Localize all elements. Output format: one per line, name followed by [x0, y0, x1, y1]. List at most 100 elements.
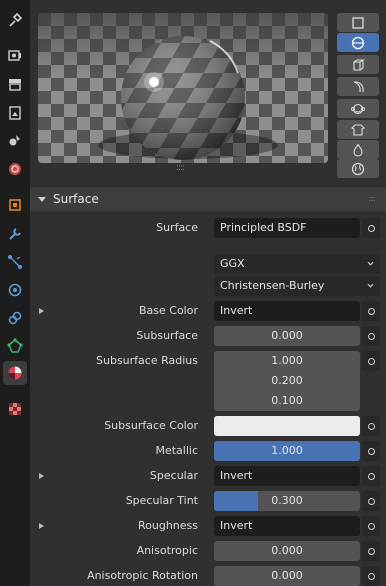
- output-tab[interactable]: [3, 72, 27, 96]
- physics-tab[interactable]: [3, 278, 27, 302]
- preview-resize-grip[interactable]: ::::: [176, 164, 188, 173]
- distribution-value: GGX: [220, 257, 245, 270]
- subsurface-radius-z-value: 0.100: [271, 394, 303, 407]
- texture-tab[interactable]: [3, 397, 27, 421]
- render-tab[interactable]: [3, 43, 27, 67]
- surface-label: Surface: [156, 221, 198, 234]
- surface-panel-header[interactable]: Surface ::::: [30, 187, 386, 211]
- anisotropic-rotation-slider[interactable]: 0.000: [214, 566, 360, 586]
- anisotropic-rotation-value: 0.000: [271, 569, 303, 582]
- object-data-tab[interactable]: [3, 334, 27, 358]
- world-tab-icon: [9, 163, 21, 175]
- roughness-row: Roughness Invert: [30, 516, 386, 536]
- render-tab-icon: [8, 50, 21, 61]
- distribution-row: GGX: [30, 254, 386, 274]
- metallic-slider[interactable]: 1.000: [214, 441, 360, 461]
- subsurface-color-swatch[interactable]: [214, 416, 360, 436]
- preview-panel: ::::: [30, 0, 386, 186]
- specular-tint-slider[interactable]: 0.300: [214, 491, 360, 511]
- cloth-icon: [351, 123, 365, 136]
- subsurface-color-label: Subsurface Color: [104, 419, 198, 432]
- properties-editor: :::: Surface :::: Surface Principled BSD…: [30, 0, 386, 586]
- drag-grip-icon[interactable]: ::::: [368, 195, 380, 203]
- scene-tab[interactable]: [3, 128, 27, 152]
- subsurface-radius-label: Subsurface Radius: [96, 354, 198, 367]
- roughness-input[interactable]: Invert: [214, 516, 360, 536]
- texture-tab-icon: [9, 403, 21, 415]
- subsurface-radius-y[interactable]: 0.200: [214, 371, 360, 391]
- specular-link-button[interactable]: [362, 466, 380, 486]
- particles-tab[interactable]: [3, 250, 27, 274]
- surface-link-button[interactable]: [362, 218, 380, 238]
- preview-fluid-button[interactable]: [337, 140, 379, 159]
- roughness-link-button[interactable]: [362, 516, 380, 536]
- constraints-tab-icon: [8, 311, 22, 325]
- subsurface-method-dropdown[interactable]: Christensen-Burley: [214, 276, 380, 296]
- socket-icon: [367, 422, 375, 430]
- subsurface-radius-x-value: 1.000: [271, 354, 303, 367]
- particles-tab-icon: [8, 255, 22, 269]
- anisotropic-value: 0.000: [271, 544, 303, 557]
- fluid-icon: [353, 143, 363, 157]
- subsurface-radius-z[interactable]: 0.100: [214, 391, 360, 411]
- collapse-arrow-icon[interactable]: [38, 196, 46, 202]
- output-tab-icon: [9, 79, 21, 91]
- material-tab[interactable]: [3, 361, 27, 385]
- preview-cloth-button[interactable]: [337, 120, 379, 139]
- base-color-value: Invert: [220, 304, 253, 317]
- subsurface-radius-link-button[interactable]: [362, 351, 380, 371]
- panel-title: Surface: [53, 192, 99, 206]
- plane-icon: [353, 80, 364, 92]
- preview-cube-button[interactable]: [337, 55, 379, 74]
- roughness-value: Invert: [220, 519, 253, 532]
- roughness-label: Roughness: [137, 519, 198, 532]
- base-color-label: Base Color: [138, 304, 198, 317]
- socket-icon: [367, 472, 375, 480]
- base-color-input[interactable]: Invert: [214, 301, 360, 321]
- world-tab[interactable]: [3, 157, 27, 181]
- subsurface-value: 0.000: [271, 329, 303, 342]
- flat-icon: [352, 16, 364, 29]
- subsurface-method-value: Christensen-Burley: [220, 279, 325, 292]
- tool-tab[interactable]: [3, 8, 27, 32]
- expand-arrow-icon[interactable]: [39, 473, 44, 479]
- surface-shader-field[interactable]: Principled BSDF: [214, 218, 360, 238]
- distribution-dropdown[interactable]: GGX: [214, 254, 380, 274]
- anisotropic-slider[interactable]: 0.000: [214, 541, 360, 561]
- world-icon: [351, 162, 365, 175]
- metallic-link-button[interactable]: [362, 441, 380, 461]
- specular-input[interactable]: Invert: [214, 466, 360, 486]
- expand-arrow-icon[interactable]: [39, 308, 44, 314]
- specular-label: Specular: [149, 469, 198, 482]
- preview-plane-button[interactable]: [337, 77, 379, 96]
- base-color-link-button[interactable]: [362, 301, 380, 321]
- modifiers-tab[interactable]: [3, 222, 27, 246]
- preview-monkey-button[interactable]: [337, 99, 379, 118]
- anisotropic-row: Anisotropic 0.000: [30, 541, 386, 561]
- socket-icon: [367, 572, 375, 580]
- socket-icon: [367, 497, 375, 505]
- material-preview[interactable]: [38, 13, 328, 163]
- subsurface-radius-y-value: 0.200: [271, 374, 303, 387]
- anisotropic-link-button[interactable]: [362, 541, 380, 561]
- subsurface-radius-x[interactable]: 1.000: [214, 351, 360, 371]
- socket-icon: [367, 547, 375, 555]
- view-layer-tab[interactable]: [3, 101, 27, 125]
- subsurface-row: Subsurface 0.000: [30, 326, 386, 346]
- expand-arrow-icon[interactable]: [39, 523, 44, 529]
- preview-world-button[interactable]: [337, 159, 379, 178]
- subsurface-color-link-button[interactable]: [362, 416, 380, 436]
- subsurface-link-button[interactable]: [362, 326, 380, 346]
- specular-tint-link-button[interactable]: [362, 491, 380, 511]
- metallic-row: Metallic 1.000: [30, 441, 386, 461]
- constraints-tab[interactable]: [3, 306, 27, 330]
- anisotropic-rotation-link-button[interactable]: [362, 566, 380, 586]
- specular-tint-slider-fill: [214, 491, 258, 511]
- modifiers-tab-icon: [9, 228, 21, 240]
- view-layer-tab-icon: [9, 106, 21, 120]
- base-color-row: Base Color Invert: [30, 301, 386, 321]
- subsurface-slider[interactable]: 0.000: [214, 326, 360, 346]
- object-tab[interactable]: [3, 193, 27, 217]
- preview-flat-button[interactable]: [337, 13, 379, 32]
- preview-sphere-button[interactable]: [337, 33, 379, 52]
